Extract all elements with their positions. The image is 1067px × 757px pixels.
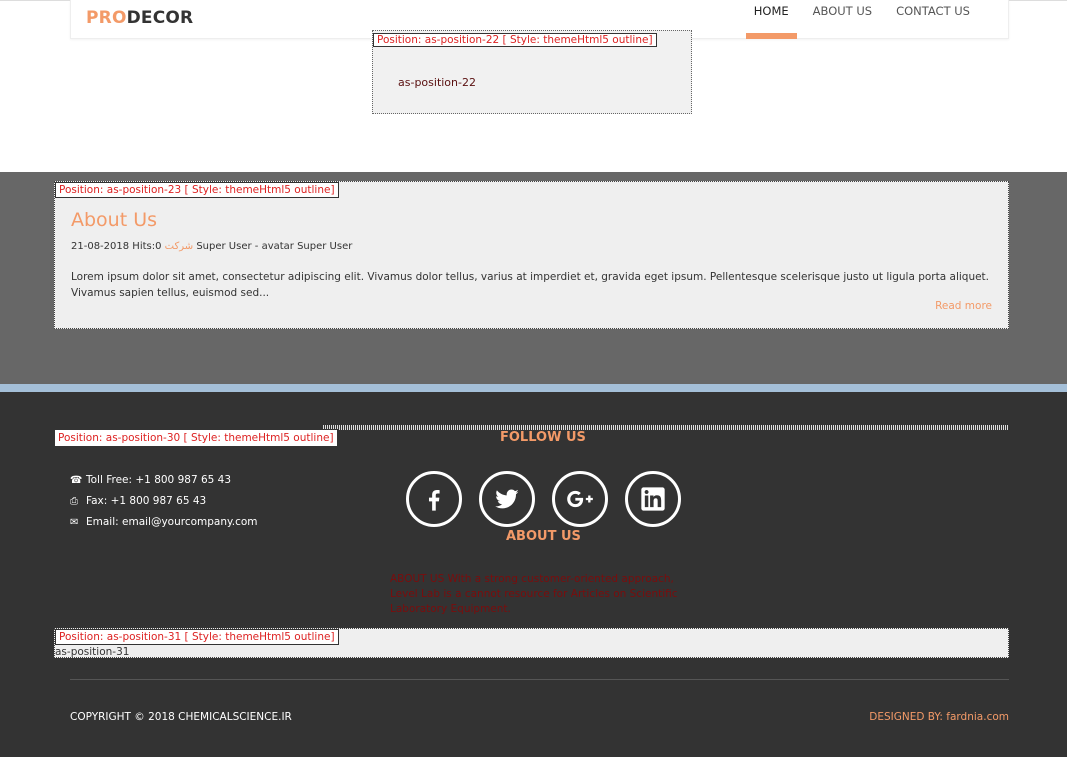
contact-info: ☎ Toll Free: +1 800 987 65 43 ⎙ Fax: +1 … [70, 470, 258, 533]
copyright-text: COPYRIGHT © 2018 CHEMICALSCIENCE.IR [70, 711, 292, 723]
phone-text: Toll Free: +1 800 987 65 43 [86, 474, 232, 486]
logo-decor-text: DECOR [126, 8, 194, 28]
article-title[interactable]: About Us [71, 209, 157, 231]
envelope-icon: ✉ [70, 517, 79, 528]
active-indicator [745, 33, 797, 39]
linkedin-icon[interactable] [625, 471, 681, 527]
module-position-23: Position: as-position-23 [ Style: themeH… [54, 181, 1009, 329]
about-us-heading: ABOUT US [506, 529, 581, 544]
module-outline-stripe [323, 425, 1009, 430]
nav-item-home[interactable]: HOME [745, 0, 797, 39]
position-tag: Position: as-position-31 [ Style: themeH… [55, 629, 339, 645]
meta-author: Super User - avatar Super User [196, 241, 353, 252]
facebook-icon[interactable] [406, 471, 462, 527]
designed-by: DESIGNED BY: fardnia.com [869, 711, 1009, 723]
social-links [406, 471, 698, 527]
position-tag: Position: as-position-22 [ Style: themeH… [373, 33, 657, 47]
nav-label: CONTACT US [896, 4, 970, 18]
designed-by-label: DESIGNED BY: [869, 711, 943, 723]
module-position-22: Position: as-position-22 [ Style: themeH… [372, 30, 692, 114]
contact-phone: ☎ Toll Free: +1 800 987 65 43 [70, 470, 258, 491]
nav-label: ABOUT US [812, 4, 873, 18]
logo-pro-text: PRO [86, 8, 127, 28]
fax-icon: ⎙ [70, 496, 78, 507]
article-excerpt: Lorem ipsum dolor sit amet, consectetur … [71, 271, 990, 299]
nav-label: HOME [753, 4, 789, 18]
site-logo[interactable]: PRODECOR [86, 8, 193, 28]
module-body: as-position-22 [398, 76, 476, 89]
read-more-link[interactable]: Read more [935, 300, 992, 312]
module-position-31: Position: as-position-31 [ Style: themeH… [54, 628, 1009, 658]
email-text: Email: email@yourcompany.com [86, 516, 258, 528]
contact-fax: ⎙ Fax: +1 800 987 65 43 [70, 491, 258, 512]
section-divider [0, 384, 1067, 392]
about-us-text: ABOUT US With a strong customer-oriented… [390, 573, 678, 615]
main-nav: HOME ABOUT US CONTACT US [730, 0, 970, 39]
module-body: as-position-31 [55, 646, 130, 658]
fax-text: Fax: +1 800 987 65 43 [86, 495, 207, 507]
google-plus-icon[interactable] [552, 471, 608, 527]
position-tag: Position: as-position-30 [ Style: themeH… [54, 429, 338, 447]
follow-us-heading: FOLLOW US [500, 430, 586, 445]
contact-email: ✉ Email: email@yourcompany.com [70, 512, 258, 533]
nav-item-contact-us[interactable]: CONTACT US [896, 0, 970, 18]
footer-divider [70, 679, 1009, 680]
article-meta: 21-08-2018 Hits:0 شرکت Super User - avat… [71, 241, 352, 252]
meta-category[interactable]: شرکت [165, 241, 193, 252]
position-tag: Position: as-position-23 [ Style: themeH… [55, 182, 339, 198]
twitter-icon[interactable] [479, 471, 535, 527]
meta-date-hits: 21-08-2018 Hits:0 [71, 241, 162, 252]
nav-item-about-us[interactable]: ABOUT US [813, 0, 872, 18]
phone-icon: ☎ [70, 475, 83, 486]
designer-link[interactable]: fardnia.com [946, 711, 1009, 723]
